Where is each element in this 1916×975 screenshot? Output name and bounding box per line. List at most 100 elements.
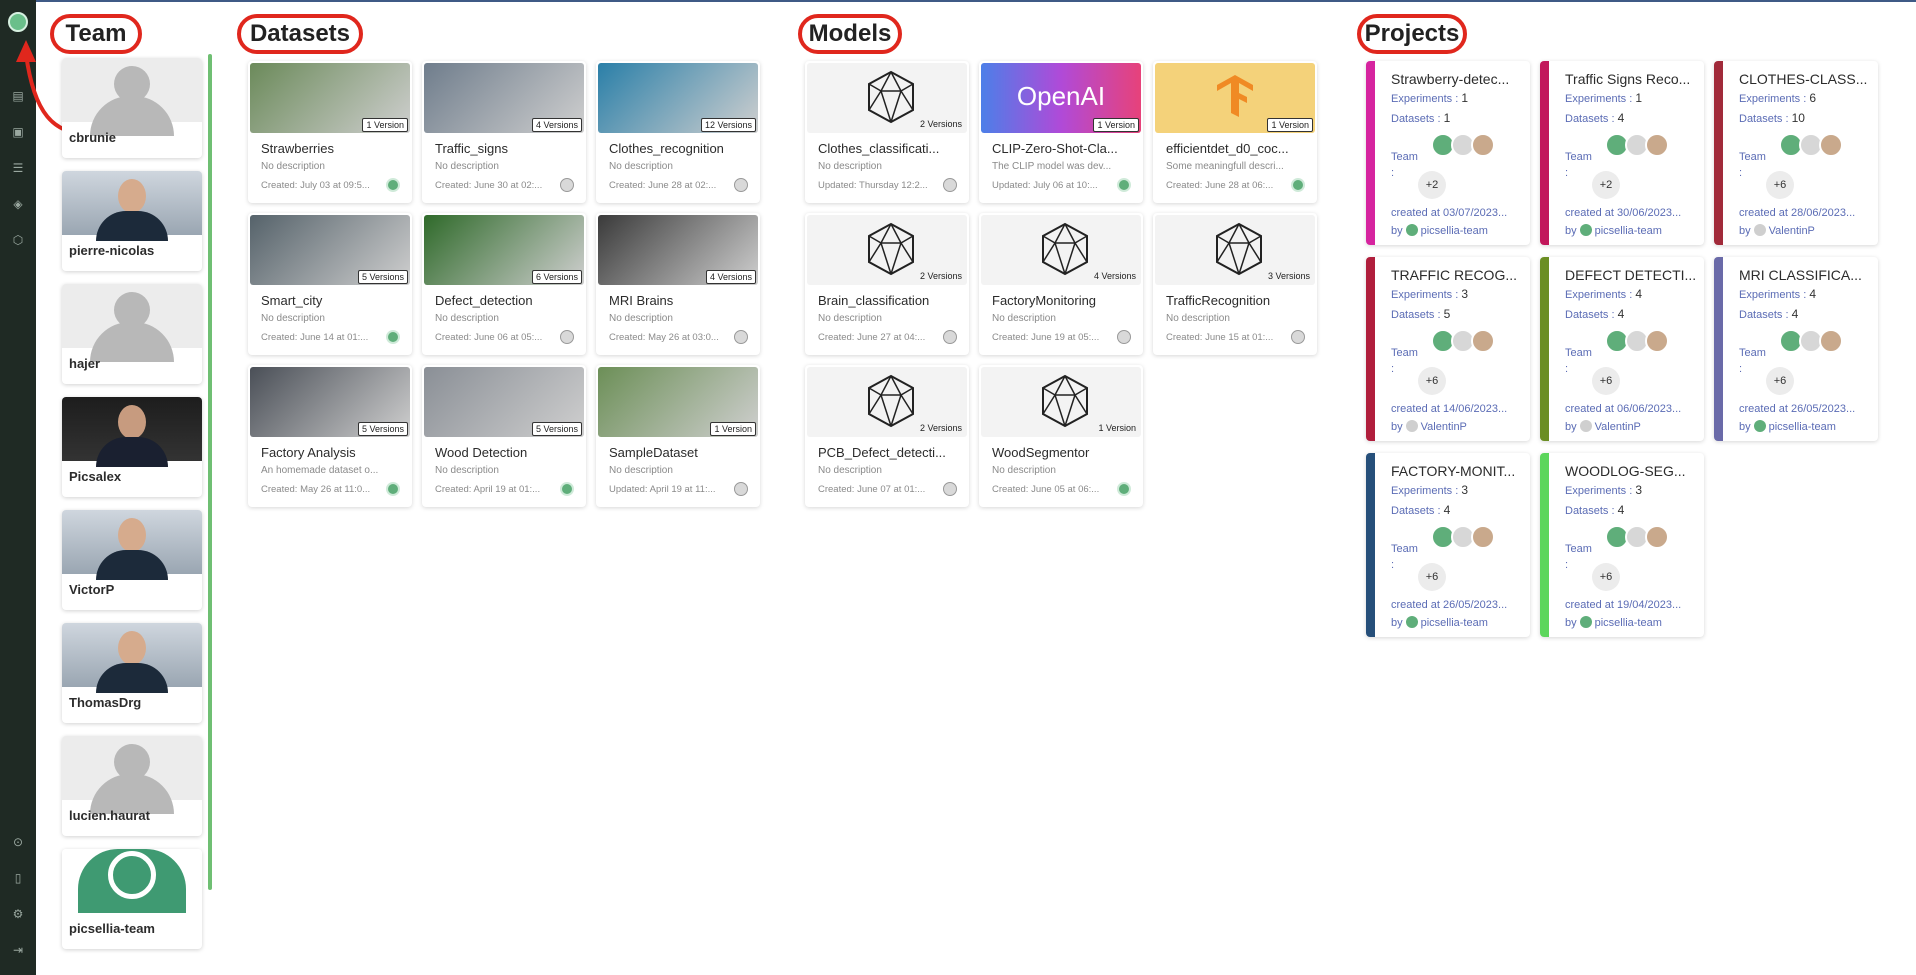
- team-avatars: [1605, 329, 1669, 355]
- project-card[interactable]: Traffic Signs Reco... Experiments : 1 Data…: [1540, 61, 1704, 245]
- project-card[interactable]: FACTORY-MONIT... Experiments : 3 Datasets …: [1366, 453, 1530, 637]
- dataset-card[interactable]: 4 Versions MRI Brains No description Create…: [596, 213, 760, 355]
- project-color-stripe: [1540, 453, 1549, 637]
- member-avatar: [1645, 329, 1669, 353]
- project-created: created at 03/07/2023...: [1391, 207, 1508, 219]
- dataset-created: Created: June 30 at 02:...: [435, 180, 543, 191]
- project-card[interactable]: TRAFFIC RECOG... Experiments : 3 Datasets …: [1366, 257, 1530, 441]
- docs-icon[interactable]: ▯: [10, 870, 26, 886]
- experiments-count: Experiments : 1: [1391, 91, 1468, 105]
- more-members-badge[interactable]: +6: [1766, 367, 1794, 395]
- datasets-header: Datasets: [237, 14, 363, 54]
- dataset-card[interactable]: 12 Versions Clothes_recognition No descrip…: [596, 61, 760, 203]
- model-polyhedron-icon: [1037, 221, 1093, 277]
- model-created: Created: June 19 at 05:...: [992, 332, 1100, 343]
- team-label: Team: [1739, 347, 1766, 359]
- avatar: [62, 397, 202, 467]
- team-member-card[interactable]: picsellia-team: [62, 849, 202, 949]
- project-card[interactable]: Strawberry-detec... Experiments : 1 Datase…: [1366, 61, 1530, 245]
- project-card[interactable]: MRI CLASSIFICA... Experiments : 4 Datasets…: [1714, 257, 1878, 441]
- dataset-card[interactable]: 5 Versions Factory Analysis An homemade da…: [248, 365, 412, 507]
- team-member-card[interactable]: hajer: [62, 284, 202, 384]
- team-member-card[interactable]: cbrunie: [62, 58, 202, 158]
- team-member-name: ThomasDrg: [69, 695, 142, 710]
- tensorflow-logo-icon: [1215, 73, 1255, 124]
- picsellia-logo-icon[interactable]: [8, 12, 28, 32]
- team-member-name: cbrunie: [69, 130, 116, 145]
- version-badge: 6 Versions: [531, 270, 582, 284]
- project-title: MRI CLASSIFICA...: [1739, 267, 1862, 283]
- team-member-card[interactable]: Picsalex: [62, 397, 202, 497]
- more-members-badge[interactable]: +6: [1592, 563, 1620, 591]
- more-members-badge[interactable]: +6: [1766, 171, 1794, 199]
- more-members-badge[interactable]: +6: [1592, 367, 1620, 395]
- dataset-created: Created: July 03 at 09:5...: [261, 180, 370, 191]
- dataset-card[interactable]: 1 Version SampleDataset No description Upda…: [596, 365, 760, 507]
- version-badge: 1 Version: [1098, 423, 1136, 433]
- project-card[interactable]: WOODLOG-SEG... Experiments : 3 Datasets : …: [1540, 453, 1704, 637]
- model-card[interactable]: 2 Versions Clothes_classificati... No desc…: [805, 61, 969, 203]
- project-card[interactable]: CLOTHES-CLASS... Experiments : 6 Datasets …: [1714, 61, 1878, 245]
- dataset-title: Strawberries: [261, 141, 334, 156]
- dataset-card[interactable]: 1 Version Strawberries No description Creat…: [248, 61, 412, 203]
- member-avatar: [1471, 329, 1495, 353]
- model-card[interactable]: 2 Versions PCB_Defect_detecti... No descri…: [805, 365, 969, 507]
- team-member-card[interactable]: pierre-nicolas: [62, 171, 202, 271]
- model-created: Created: June 05 at 06:...: [992, 484, 1100, 495]
- deployments-icon[interactable]: ⬡: [10, 232, 26, 248]
- more-members-badge[interactable]: +6: [1418, 367, 1446, 395]
- version-badge: 1 Version: [1267, 118, 1313, 132]
- avatar: [62, 849, 202, 913]
- model-card[interactable]: 2 Versions Brain_classification No descrip…: [805, 213, 969, 355]
- model-card[interactable]: 3 Versions TrafficRecognition No descripti…: [1153, 213, 1317, 355]
- person-body: [96, 550, 168, 580]
- owner-avatar: [1579, 616, 1592, 628]
- owner-avatar: [1117, 330, 1131, 344]
- team-member-card[interactable]: ThomasDrg: [62, 623, 202, 723]
- help-icon[interactable]: ⊙: [10, 834, 26, 850]
- project-color-stripe: [1366, 257, 1375, 441]
- team-member-card[interactable]: lucien.haurat: [62, 736, 202, 836]
- model-card[interactable]: 1 Version efficientdet_d0_coc... Some mean…: [1153, 61, 1317, 203]
- team-avatars: [1605, 133, 1669, 159]
- team-label: Team: [1565, 543, 1592, 555]
- logout-icon[interactable]: ⇥: [10, 942, 26, 958]
- team-scrollbar[interactable]: [208, 54, 212, 890]
- person-head: [118, 179, 146, 213]
- dataset-description: No description: [261, 313, 325, 324]
- dataset-description: No description: [609, 313, 673, 324]
- dataset-card[interactable]: 6 Versions Defect_detection No description…: [422, 213, 586, 355]
- dataset-card[interactable]: 5 Versions Wood Detection No description Cr…: [422, 365, 586, 507]
- dataset-card[interactable]: 4 Versions Traffic_signs No description Cre…: [422, 61, 586, 203]
- settings-icon[interactable]: ⚙: [10, 906, 26, 922]
- model-polyhedron-icon: [863, 373, 919, 429]
- dataset-description: No description: [261, 161, 325, 172]
- team-colon: :: [1391, 559, 1395, 571]
- experiments-count: Experiments : 1: [1565, 91, 1642, 105]
- team-member-card[interactable]: VictorP: [62, 510, 202, 610]
- model-title: FactoryMonitoring: [992, 293, 1097, 308]
- model-card[interactable]: OpenAI 1 Version CLIP-Zero-Shot-Cla... The …: [979, 61, 1143, 203]
- project-created: created at 26/05/2023...: [1391, 599, 1508, 611]
- team-member-name: pierre-nicolas: [69, 243, 155, 258]
- dataset-description: An homemade dataset o...: [261, 465, 379, 476]
- project-card[interactable]: DEFECT DETECTI... Experiments : 4 Datasets…: [1540, 257, 1704, 441]
- owner-avatar: [1405, 616, 1418, 628]
- owner-avatar: [943, 178, 957, 192]
- more-members-badge[interactable]: +2: [1418, 171, 1446, 199]
- models-icon[interactable]: ◈: [10, 196, 26, 212]
- more-members-badge[interactable]: +2: [1592, 171, 1620, 199]
- team-avatars: [1779, 133, 1843, 159]
- experiments-count: Experiments : 6: [1739, 91, 1816, 105]
- dataset-title: Traffic_signs: [435, 141, 508, 156]
- version-badge: 5 Versions: [531, 422, 582, 436]
- model-created: Created: June 15 at 01:...: [1166, 332, 1274, 343]
- more-members-badge[interactable]: +6: [1418, 563, 1446, 591]
- model-card[interactable]: 1 Version WoodSegmentor No description Crea…: [979, 365, 1143, 507]
- dataset-card[interactable]: 5 Versions Smart_city No description Create…: [248, 213, 412, 355]
- model-card[interactable]: 4 Versions FactoryMonitoring No descriptio…: [979, 213, 1143, 355]
- dataset-description: No description: [609, 465, 673, 476]
- owner-avatar: [1753, 420, 1766, 432]
- datasets-icon[interactable]: ☰: [10, 160, 26, 176]
- project-created: created at 19/04/2023...: [1565, 599, 1682, 611]
